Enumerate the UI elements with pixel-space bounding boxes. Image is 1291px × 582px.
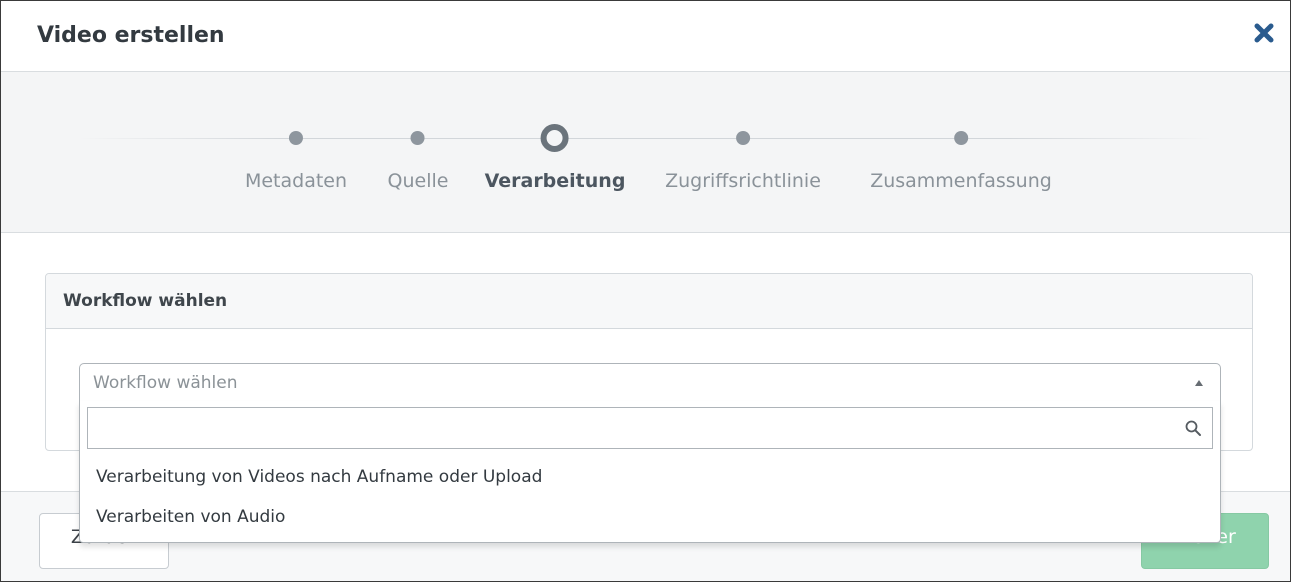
chevron-up-icon xyxy=(1195,380,1203,386)
close-button[interactable] xyxy=(1252,21,1276,45)
workflow-option[interactable]: Verarbeitung von Videos nach Aufname ode… xyxy=(80,459,1220,497)
step-dot xyxy=(411,131,425,145)
step-label: Metadaten xyxy=(244,170,348,192)
wizard-steps: Metadaten Quelle Verarbeitung Zugriffsri… xyxy=(1,72,1290,233)
step-label: Quelle xyxy=(387,170,449,192)
close-icon xyxy=(1254,23,1274,43)
wizard-step-verarbeitung[interactable]: Verarbeitung xyxy=(484,72,626,232)
dropdown-search xyxy=(87,407,1213,449)
workflow-dropdown: Verarbeitung von Videos nach Aufname ode… xyxy=(79,401,1221,543)
select-placeholder: Workflow wählen xyxy=(93,373,238,393)
step-dot xyxy=(289,131,303,145)
create-video-modal: Video erstellen Metadaten Quelle Verarbe… xyxy=(0,0,1291,582)
search-icon xyxy=(1185,420,1201,436)
step-label: Verarbeitung xyxy=(484,170,626,192)
step-dot xyxy=(735,131,750,145)
panel-heading: Workflow wählen xyxy=(46,274,1252,329)
search-input[interactable] xyxy=(88,408,1178,448)
step-dot-active xyxy=(540,124,569,152)
step-label: Zusammenfassung xyxy=(870,170,1052,192)
workflow-select[interactable]: Workflow wählen xyxy=(79,363,1221,403)
step-label: Zugriffsrichtlinie xyxy=(665,170,821,192)
modal-header: Video erstellen xyxy=(1,1,1290,72)
workflow-option[interactable]: Verarbeiten von Audio xyxy=(80,499,1220,537)
wizard-step-zugriffsrichtlinie[interactable]: Zugriffsrichtlinie xyxy=(665,72,821,232)
modal-title: Video erstellen xyxy=(37,23,225,48)
wizard-step-metadaten[interactable]: Metadaten xyxy=(245,72,347,232)
wizard-step-quelle[interactable]: Quelle xyxy=(387,72,449,232)
wizard-step-zusammenfassung[interactable]: Zusammenfassung xyxy=(870,72,1052,232)
step-dot xyxy=(954,131,968,145)
